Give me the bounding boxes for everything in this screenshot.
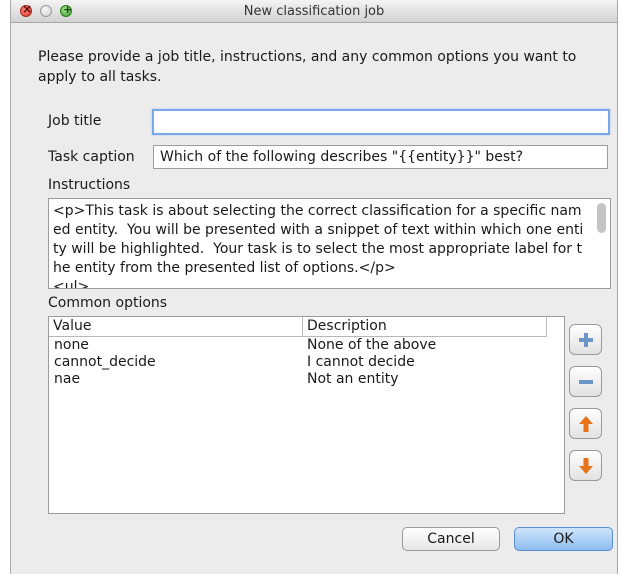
cancel-button[interactable]: Cancel: [402, 527, 500, 551]
row-description: Not an entity: [307, 371, 399, 387]
instructions-textarea[interactable]: <p>This task is about selecting the corr…: [48, 198, 611, 289]
column-header-description[interactable]: Description: [303, 317, 547, 336]
common-options-label: Common options: [48, 295, 168, 311]
table-rows: none None of the above cannot_decide I c…: [49, 337, 564, 388]
intro-text: Please provide a job title, instructions…: [38, 49, 577, 85]
table-row[interactable]: cannot_decide I cannot decide: [49, 354, 564, 371]
add-option-button[interactable]: [569, 324, 602, 355]
arrow-down-icon: [579, 458, 593, 474]
task-caption-label: Task caption: [48, 149, 135, 165]
instructions-label: Instructions: [48, 177, 131, 193]
row-value: cannot_decide: [54, 354, 156, 370]
plus-icon: [579, 333, 593, 347]
instructions-text: <p>This task is about selecting the corr…: [53, 203, 584, 289]
ok-button[interactable]: OK: [514, 527, 613, 551]
table-row[interactable]: nae Not an entity: [49, 371, 564, 388]
row-value: nae: [54, 371, 81, 387]
title-bar: New classification job: [11, 0, 617, 23]
column-header-value[interactable]: Value: [49, 317, 303, 336]
table-row[interactable]: none None of the above: [49, 337, 564, 354]
row-description: None of the above: [307, 337, 437, 353]
arrow-up-icon: [579, 416, 593, 432]
minus-icon: [579, 380, 593, 384]
move-up-button[interactable]: [569, 408, 602, 439]
job-title-label: Job title: [48, 113, 102, 129]
window-title: New classification job: [243, 4, 385, 19]
row-value: none: [54, 337, 89, 353]
remove-option-button[interactable]: [569, 366, 602, 397]
options-table: Value Description none None of the above…: [48, 316, 565, 514]
move-down-button[interactable]: [569, 450, 602, 481]
task-caption-input[interactable]: Which of the following describes "{{enti…: [153, 145, 608, 169]
table-header: Value Description: [49, 317, 547, 337]
dialog-window: New classification job Please provide a …: [10, 0, 618, 574]
instructions-scrollbar[interactable]: [597, 203, 606, 233]
row-description: I cannot decide: [307, 354, 415, 370]
job-title-input[interactable]: [152, 109, 610, 135]
